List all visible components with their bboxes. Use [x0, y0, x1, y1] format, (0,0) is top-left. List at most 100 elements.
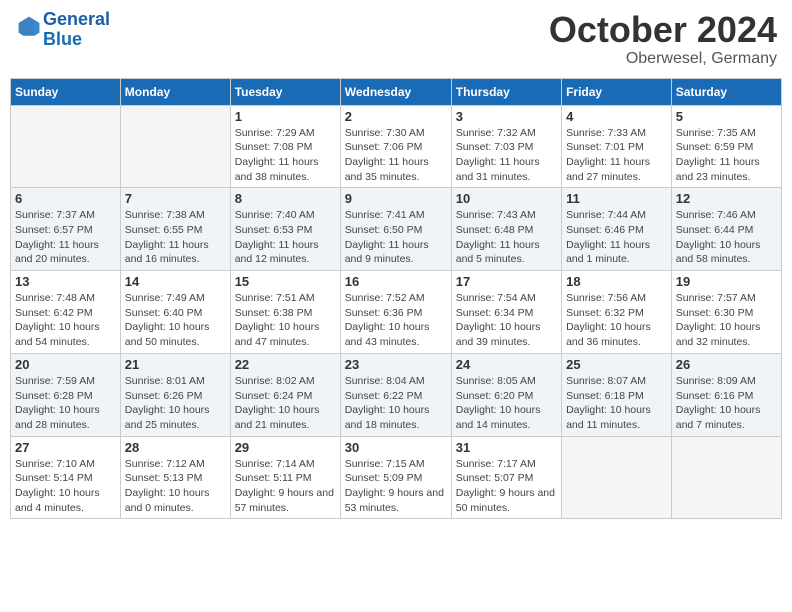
- table-row: [671, 436, 781, 519]
- day-number: 13: [15, 274, 116, 289]
- table-row: 16 Sunrise: 7:52 AMSunset: 6:36 PMDayligh…: [340, 271, 451, 354]
- day-info: Sunrise: 7:40 AMSunset: 6:53 PMDaylight:…: [235, 208, 336, 267]
- table-row: 5 Sunrise: 7:35 AMSunset: 6:59 PMDaylight…: [671, 105, 781, 188]
- table-row: 14 Sunrise: 7:49 AMSunset: 6:40 PMDayligh…: [120, 271, 230, 354]
- table-row: 29 Sunrise: 7:14 AMSunset: 5:11 PMDayligh…: [230, 436, 340, 519]
- day-number: 31: [456, 440, 557, 455]
- day-number: 23: [345, 357, 447, 372]
- day-info: Sunrise: 7:56 AMSunset: 6:32 PMDaylight:…: [566, 291, 667, 350]
- header-thursday: Thursday: [451, 78, 561, 105]
- table-row: 24 Sunrise: 8:05 AMSunset: 6:20 PMDayligh…: [451, 353, 561, 436]
- table-row: 2 Sunrise: 7:30 AMSunset: 7:06 PMDaylight…: [340, 105, 451, 188]
- day-info: Sunrise: 7:37 AMSunset: 6:57 PMDaylight:…: [15, 208, 116, 267]
- day-info: Sunrise: 7:57 AMSunset: 6:30 PMDaylight:…: [676, 291, 777, 350]
- day-info: Sunrise: 8:02 AMSunset: 6:24 PMDaylight:…: [235, 374, 336, 433]
- day-info: Sunrise: 7:54 AMSunset: 6:34 PMDaylight:…: [456, 291, 557, 350]
- day-info: Sunrise: 7:17 AMSunset: 5:07 PMDaylight:…: [456, 457, 557, 516]
- table-row: [120, 105, 230, 188]
- day-number: 22: [235, 357, 336, 372]
- day-number: 7: [125, 191, 226, 206]
- table-row: 8 Sunrise: 7:40 AMSunset: 6:53 PMDaylight…: [230, 188, 340, 271]
- day-number: 14: [125, 274, 226, 289]
- day-info: Sunrise: 7:52 AMSunset: 6:36 PMDaylight:…: [345, 291, 447, 350]
- header-saturday: Saturday: [671, 78, 781, 105]
- day-info: Sunrise: 7:30 AMSunset: 7:06 PMDaylight:…: [345, 126, 447, 185]
- day-number: 16: [345, 274, 447, 289]
- month-year: October 2024: [549, 10, 777, 50]
- table-row: 1Sunrise: 7:29 AMSunset: 7:08 PMDaylight…: [230, 105, 340, 188]
- calendar-week-row: 1Sunrise: 7:29 AMSunset: 7:08 PMDaylight…: [11, 105, 782, 188]
- table-row: 30 Sunrise: 7:15 AMSunset: 5:09 PMDayligh…: [340, 436, 451, 519]
- header-tuesday: Tuesday: [230, 78, 340, 105]
- day-info: Sunrise: 7:12 AMSunset: 5:13 PMDaylight:…: [125, 457, 226, 516]
- day-info: Sunrise: 7:15 AMSunset: 5:09 PMDaylight:…: [345, 457, 447, 516]
- calendar-header-row: Sunday Monday Tuesday Wednesday Thursday…: [11, 78, 782, 105]
- day-info: Sunrise: 7:35 AMSunset: 6:59 PMDaylight:…: [676, 126, 777, 185]
- table-row: 25 Sunrise: 8:07 AMSunset: 6:18 PMDayligh…: [562, 353, 672, 436]
- calendar-week-row: 27Sunrise: 7:10 AMSunset: 5:14 PMDayligh…: [11, 436, 782, 519]
- day-info: Sunrise: 7:48 AMSunset: 6:42 PMDaylight:…: [15, 291, 116, 350]
- calendar-week-row: 6 Sunrise: 7:37 AMSunset: 6:57 PMDaylight…: [11, 188, 782, 271]
- day-number: 5: [676, 109, 777, 124]
- table-row: 4 Sunrise: 7:33 AMSunset: 7:01 PMDaylight…: [562, 105, 672, 188]
- table-row: 31 Sunrise: 7:17 AMSunset: 5:07 PMDayligh…: [451, 436, 561, 519]
- day-number: 21: [125, 357, 226, 372]
- header-sunday: Sunday: [11, 78, 121, 105]
- page-header: General Blue October 2024 Oberwesel, Ger…: [10, 10, 782, 68]
- day-info: Sunrise: 7:49 AMSunset: 6:40 PMDaylight:…: [125, 291, 226, 350]
- table-row: 11Sunrise: 7:44 AMSunset: 6:46 PMDayligh…: [562, 188, 672, 271]
- day-number: 24: [456, 357, 557, 372]
- day-info: Sunrise: 7:46 AMSunset: 6:44 PMDaylight:…: [676, 208, 777, 267]
- day-info: Sunrise: 7:38 AMSunset: 6:55 PMDaylight:…: [125, 208, 226, 267]
- day-number: 8: [235, 191, 336, 206]
- logo: General Blue: [15, 10, 110, 50]
- calendar-week-row: 13 Sunrise: 7:48 AMSunset: 6:42 PMDayligh…: [11, 271, 782, 354]
- header-friday: Friday: [562, 78, 672, 105]
- day-number: 26: [676, 357, 777, 372]
- day-info: Sunrise: 8:01 AMSunset: 6:26 PMDaylight:…: [125, 374, 226, 433]
- table-row: 3 Sunrise: 7:32 AMSunset: 7:03 PMDaylight…: [451, 105, 561, 188]
- table-row: 6 Sunrise: 7:37 AMSunset: 6:57 PMDaylight…: [11, 188, 121, 271]
- day-number: 15: [235, 274, 336, 289]
- table-row: 15 Sunrise: 7:51 AMSunset: 6:38 PMDayligh…: [230, 271, 340, 354]
- day-info: Sunrise: 7:32 AMSunset: 7:03 PMDaylight:…: [456, 126, 557, 185]
- day-number: 9: [345, 191, 447, 206]
- table-row: 26 Sunrise: 8:09 AMSunset: 6:16 PMDayligh…: [671, 353, 781, 436]
- table-row: [562, 436, 672, 519]
- calendar-week-row: 20Sunrise: 7:59 AMSunset: 6:28 PMDayligh…: [11, 353, 782, 436]
- day-number: 25: [566, 357, 667, 372]
- day-info: Sunrise: 8:04 AMSunset: 6:22 PMDaylight:…: [345, 374, 447, 433]
- day-info: Sunrise: 7:33 AMSunset: 7:01 PMDaylight:…: [566, 126, 667, 185]
- day-info: Sunrise: 8:07 AMSunset: 6:18 PMDaylight:…: [566, 374, 667, 433]
- table-row: 12 Sunrise: 7:46 AMSunset: 6:44 PMDayligh…: [671, 188, 781, 271]
- calendar-table: Sunday Monday Tuesday Wednesday Thursday…: [10, 78, 782, 520]
- day-info: Sunrise: 8:09 AMSunset: 6:16 PMDaylight:…: [676, 374, 777, 433]
- day-number: 4: [566, 109, 667, 124]
- table-row: 18 Sunrise: 7:56 AMSunset: 6:32 PMDayligh…: [562, 271, 672, 354]
- day-number: 29: [235, 440, 336, 455]
- location: Oberwesel, Germany: [549, 50, 777, 68]
- day-info: Sunrise: 7:43 AMSunset: 6:48 PMDaylight:…: [456, 208, 557, 267]
- day-number: 12: [676, 191, 777, 206]
- header-wednesday: Wednesday: [340, 78, 451, 105]
- day-info: Sunrise: 7:29 AMSunset: 7:08 PMDaylight:…: [235, 126, 336, 185]
- day-number: 10: [456, 191, 557, 206]
- day-number: 27: [15, 440, 116, 455]
- table-row: 28Sunrise: 7:12 AMSunset: 5:13 PMDayligh…: [120, 436, 230, 519]
- table-row: 17Sunrise: 7:54 AMSunset: 6:34 PMDayligh…: [451, 271, 561, 354]
- day-number: 3: [456, 109, 557, 124]
- day-number: 11: [566, 191, 667, 206]
- day-number: 6: [15, 191, 116, 206]
- day-number: 18: [566, 274, 667, 289]
- day-info: Sunrise: 7:51 AMSunset: 6:38 PMDaylight:…: [235, 291, 336, 350]
- table-row: 9Sunrise: 7:41 AMSunset: 6:50 PMDaylight…: [340, 188, 451, 271]
- day-number: 2: [345, 109, 447, 124]
- day-info: Sunrise: 7:59 AMSunset: 6:28 PMDaylight:…: [15, 374, 116, 433]
- table-row: 10 Sunrise: 7:43 AMSunset: 6:48 PMDayligh…: [451, 188, 561, 271]
- day-number: 30: [345, 440, 447, 455]
- day-info: Sunrise: 7:14 AMSunset: 5:11 PMDaylight:…: [235, 457, 336, 516]
- logo-text: General Blue: [43, 10, 110, 50]
- day-info: Sunrise: 8:05 AMSunset: 6:20 PMDaylight:…: [456, 374, 557, 433]
- header-monday: Monday: [120, 78, 230, 105]
- table-row: 22 Sunrise: 8:02 AMSunset: 6:24 PMDayligh…: [230, 353, 340, 436]
